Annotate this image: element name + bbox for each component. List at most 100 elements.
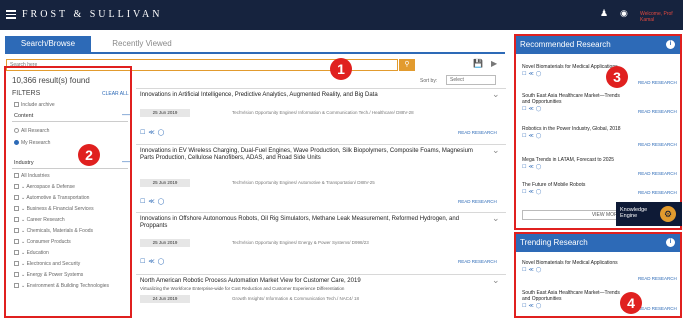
industry-energy[interactable]: ⌄ Energy & Power Systems <box>14 272 83 278</box>
read-research-link[interactable]: READ RESEARCH <box>458 130 497 135</box>
trending-item[interactable]: Novel Biomaterials for Medical Applicati… <box>522 260 678 281</box>
content-option-all-research[interactable]: All Research <box>14 128 49 134</box>
item-action-icons[interactable]: ☐≪◯ <box>522 133 678 139</box>
checkbox-icon <box>14 228 19 234</box>
industry-all-industries[interactable]: All Industries <box>14 173 50 179</box>
trending-research-panel: Trending Research i Novel Biomaterials f… <box>514 232 682 318</box>
clear-all-link[interactable]: CLEAR ALL <box>102 91 129 97</box>
knowledge-engine-label: Knowledge Engine <box>620 207 648 219</box>
chevron-down-icon[interactable]: ⌄ <box>492 145 500 156</box>
industry-label: Chemicals, Materials & Foods <box>26 228 94 234</box>
include-archive-checkbox[interactable]: Include archive <box>14 102 55 108</box>
trending-item-title[interactable]: Novel Biomaterials for Medical Applicati… <box>522 260 622 266</box>
callout-badge-3: 3 <box>606 66 628 88</box>
industry-career-research[interactable]: ⌄ Career Research <box>14 217 65 223</box>
result-card[interactable]: Innovations in EV Wireless Charging, Dua… <box>136 144 506 210</box>
checkbox-icon <box>14 195 19 201</box>
industry-consumer-products[interactable]: ⌄ Consumer Products <box>14 239 71 245</box>
tab-recently-viewed[interactable]: Recently Viewed <box>97 36 187 52</box>
tab-underline <box>5 52 505 54</box>
result-date: 24 Jun 2019 <box>140 295 190 303</box>
play-icon[interactable]: ▶ <box>491 59 497 68</box>
tab-search-browse[interactable]: Search/Browse <box>5 36 91 52</box>
info-icon[interactable]: i <box>666 40 675 49</box>
collapse-content-icon[interactable]: — <box>122 110 130 119</box>
recommended-item[interactable]: Novel Biomaterials for Medical Applicati… <box>522 64 678 85</box>
trending-item[interactable]: South East Asia Healthcare Market—Trends… <box>522 290 678 311</box>
search-icon: ⚲ <box>404 61 410 68</box>
filters-heading: FILTERS <box>12 90 41 97</box>
industry-section-title: Industry <box>14 160 34 166</box>
result-action-icons[interactable]: ☐≪◯ <box>140 198 167 205</box>
industry-electronics[interactable]: ⌄ Electronics and Security <box>14 261 80 267</box>
read-research-link[interactable]: READ RESEARCH <box>638 276 677 281</box>
read-research-link[interactable]: READ RESEARCH <box>458 199 497 204</box>
recommended-item[interactable]: Robotics in the Power Industry, Global, … <box>522 126 678 147</box>
industry-education[interactable]: ⌄ Education <box>14 250 49 256</box>
recommended-item[interactable]: Mega Trends in LATAM, Forecast to 2025 ☐… <box>522 157 678 176</box>
info-icon[interactable]: i <box>666 238 675 247</box>
divider <box>12 168 128 169</box>
item-action-icons[interactable]: ☐≪◯ <box>522 164 678 170</box>
item-action-icons[interactable]: ☐≪◯ <box>522 71 678 77</box>
recommended-item-title[interactable]: Novel Biomaterials for Medical Applicati… <box>522 64 622 70</box>
industry-chemicals[interactable]: ⌄ Chemicals, Materials & Foods <box>14 228 93 234</box>
chevron-down-icon[interactable]: ⌄ <box>492 213 500 224</box>
result-date: 25 Jun 2019 <box>140 239 190 247</box>
content-option-my-research[interactable]: My Research <box>14 140 50 146</box>
trending-item-title[interactable]: South East Asia Healthcare Market—Trends… <box>522 290 622 302</box>
brand-logo[interactable]: FROST & SULLIVAN <box>22 9 162 20</box>
chevron-down-icon[interactable]: ⌄ <box>492 275 500 286</box>
checkbox-icon <box>14 272 19 278</box>
industry-label: Career Research <box>26 217 65 223</box>
read-research-link[interactable]: READ RESEARCH <box>638 190 677 195</box>
industry-business-financial[interactable]: ⌄ Business & Financial Services <box>14 206 94 212</box>
search-button[interactable]: ⚲ <box>399 59 415 71</box>
industry-automotive[interactable]: ⌄ Automotive & Transportation <box>14 195 89 201</box>
result-title[interactable]: North American Robotic Process Automatio… <box>140 278 480 285</box>
result-action-icons[interactable]: ☐≪◯ <box>140 258 167 265</box>
result-title[interactable]: Innovations in EV Wireless Charging, Dua… <box>140 148 480 162</box>
item-action-icons[interactable]: ☐≪◯ <box>522 267 678 273</box>
read-research-link[interactable]: READ RESEARCH <box>638 142 677 147</box>
globe-icon[interactable]: ◉ <box>620 8 628 19</box>
result-card[interactable]: Innovations in Artificial Intelligence, … <box>136 88 506 142</box>
radio-icon <box>14 128 19 134</box>
recommended-item-title[interactable]: Mega Trends in LATAM, Forecast to 2025 <box>522 157 622 163</box>
result-action-icons[interactable]: ☐≪◯ <box>140 129 167 136</box>
checkbox-icon <box>14 173 19 179</box>
industry-environment[interactable]: ⌄ Environment & Building Technologies <box>14 283 124 289</box>
industry-label: Aerospace & Defense <box>26 184 75 190</box>
industry-aerospace-defense[interactable]: ⌄ Aerospace & Defense <box>14 184 75 190</box>
gear-icon[interactable]: ⚙ <box>660 206 676 222</box>
recommended-item-title[interactable]: The Future of Mobile Robots <box>522 182 622 188</box>
result-title[interactable]: Innovations in Artificial Intelligence, … <box>140 92 480 99</box>
collapse-industry-icon[interactable]: — <box>122 157 130 166</box>
result-date: 25 Jun 2019 <box>140 109 190 117</box>
content-section-title: Content <box>14 113 34 119</box>
welcome-user-link[interactable]: Welcome, Prof Kamal <box>640 11 683 23</box>
content-option-label: All Research <box>21 128 50 134</box>
recommended-item[interactable]: South East Asia Healthcare Market—Trends… <box>522 93 678 114</box>
content-option-label: My Research <box>21 140 51 146</box>
sort-by-select[interactable]: Select <box>446 75 496 85</box>
result-title[interactable]: Innovations in Offshore Autonomous Robot… <box>140 216 480 230</box>
result-card[interactable]: Innovations in Offshore Autonomous Robot… <box>136 212 506 268</box>
read-research-link[interactable]: READ RESEARCH <box>638 80 677 85</box>
recommended-item-title[interactable]: South East Asia Healthcare Market—Trends… <box>522 93 622 105</box>
recommended-research-title: Recommended Research <box>520 40 611 49</box>
chevron-down-icon[interactable]: ⌄ <box>492 89 500 100</box>
recommended-research-panel: Recommended Research i Novel Biomaterial… <box>514 34 682 230</box>
hamburger-menu-icon[interactable] <box>6 10 16 19</box>
result-meta: TechVision Opportunity Engines/ Automoti… <box>232 180 375 185</box>
read-research-link[interactable]: READ RESEARCH <box>458 259 497 264</box>
result-date: 25 Jun 2019 <box>140 179 190 187</box>
result-card[interactable]: North American Robotic Process Automatio… <box>136 274 506 320</box>
user-icon[interactable]: ♟ <box>600 8 608 19</box>
recommended-item[interactable]: The Future of Mobile Robots ☐≪◯ READ RES… <box>522 182 678 195</box>
read-research-link[interactable]: READ RESEARCH <box>638 306 677 311</box>
recommended-item-title[interactable]: Robotics in the Power Industry, Global, … <box>522 126 622 132</box>
save-search-icon[interactable]: 💾 <box>473 59 483 68</box>
read-research-link[interactable]: READ RESEARCH <box>638 109 677 114</box>
read-research-link[interactable]: READ RESEARCH <box>638 171 677 176</box>
